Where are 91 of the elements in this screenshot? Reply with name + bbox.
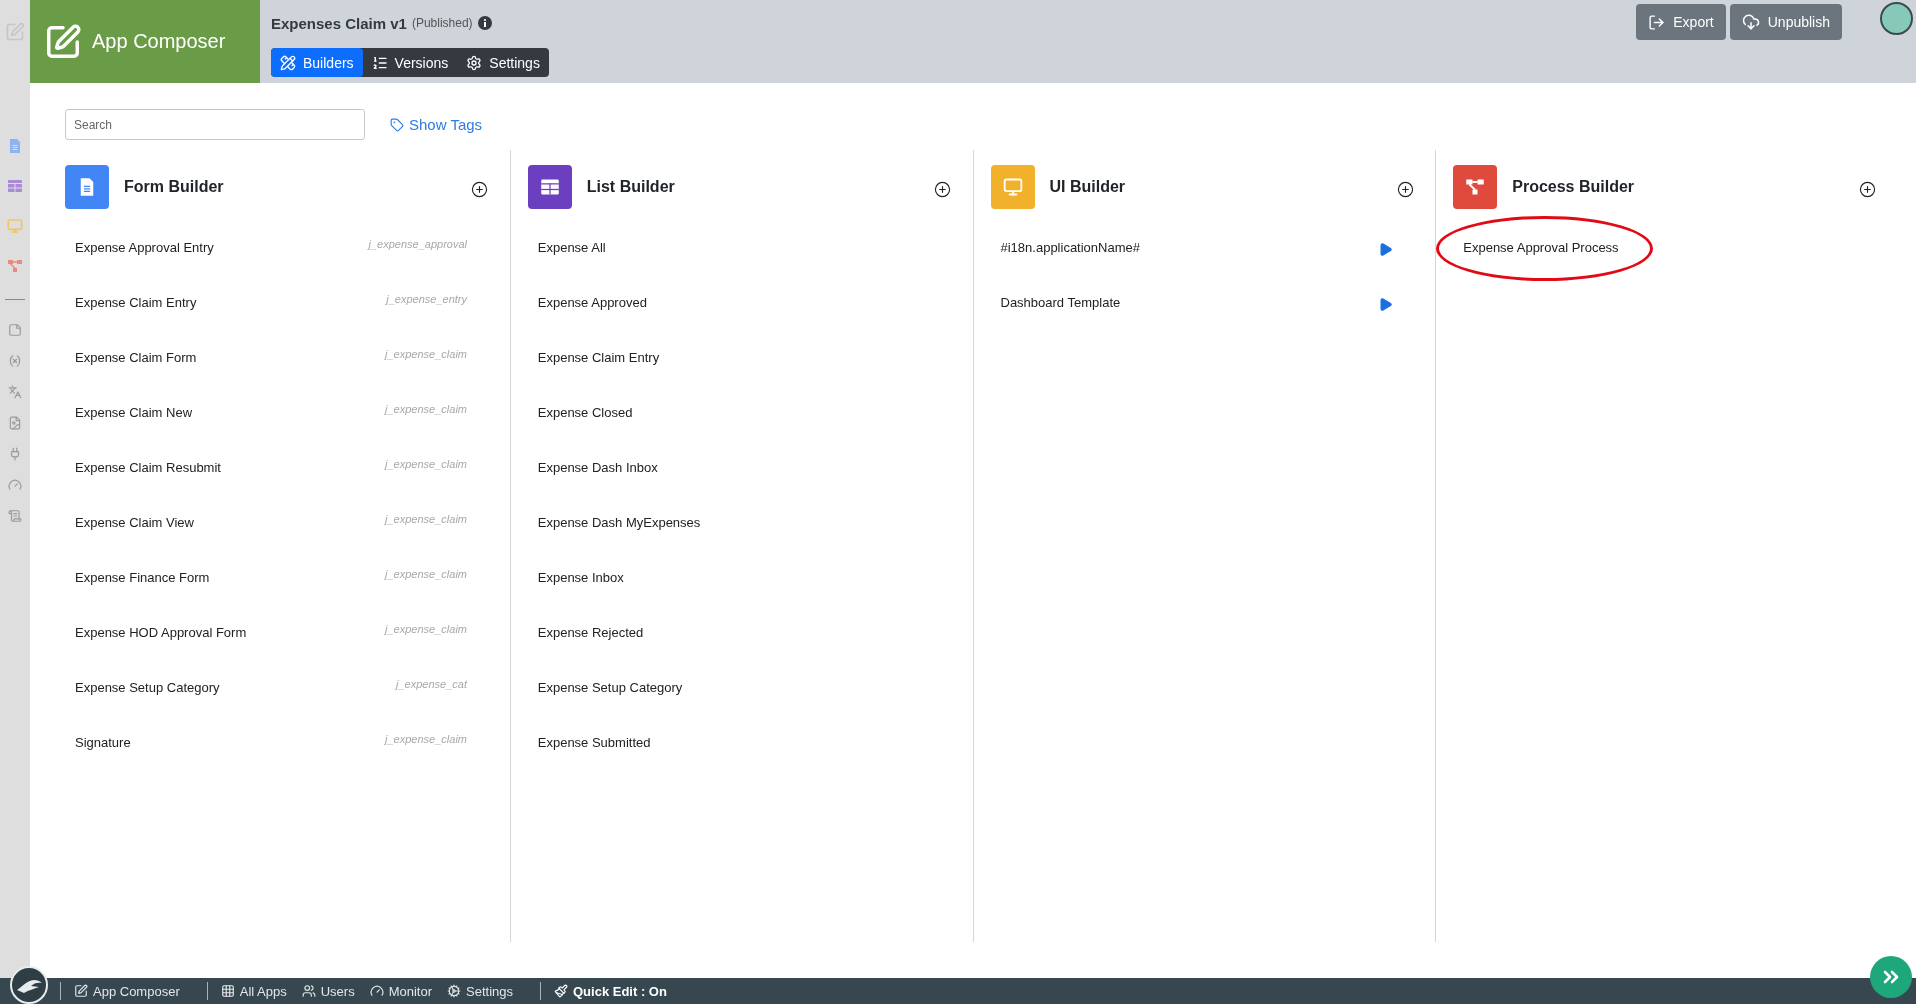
item-link[interactable]: Expense Approval Entry: [75, 240, 214, 255]
item-link[interactable]: Expense Claim Form: [75, 350, 197, 365]
item-link[interactable]: Expense Submitted: [537, 735, 651, 750]
play-icon[interactable]: [1377, 242, 1393, 257]
item-link[interactable]: Expense Claim Resubmit: [75, 460, 221, 475]
table-name-label: j_expense_approval: [368, 238, 467, 250]
numbered-list-icon: [371, 54, 388, 71]
grid-icon: [220, 984, 235, 998]
pencil-ruler-icon: [280, 54, 296, 71]
table-name-label: j_expense_claim: [385, 513, 467, 525]
nav-link[interactable]: Settings: [447, 983, 513, 999]
table-name-label: j_expense_claim: [385, 458, 467, 470]
nav-link[interactable]: Users: [301, 983, 355, 999]
item-link[interactable]: Expense All: [537, 240, 606, 255]
item-link[interactable]: Expense Inbox: [537, 570, 624, 585]
item-link[interactable]: Expense Approved: [537, 295, 647, 310]
tab[interactable]: Versions: [362, 48, 458, 77]
logo-icon[interactable]: [10, 966, 48, 1004]
item-link[interactable]: Expense Dash Inbox: [537, 460, 658, 475]
nav-link[interactable]: Monitor: [369, 983, 432, 999]
table-name-label: j_expense_entry: [386, 293, 467, 305]
gauge-icon: [369, 984, 384, 998]
pencil-square-icon: [44, 22, 82, 61]
column-title: UI Builder: [1049, 178, 1126, 196]
gear-icon: [447, 984, 461, 998]
image-file-icon[interactable]: [8, 416, 22, 430]
play-icon[interactable]: [1377, 297, 1393, 312]
tag-icon: [390, 117, 404, 132]
table-name-label: j_expense_claim: [385, 623, 467, 635]
add-icon[interactable]: [471, 180, 488, 198]
table-name-label: j_expense_cat: [396, 678, 467, 690]
item-link[interactable]: Expense Claim View: [75, 515, 194, 530]
table-icon[interactable]: [7, 178, 23, 194]
action-button[interactable]: Export: [1636, 4, 1726, 40]
item-link[interactable]: Dashboard Template: [1000, 295, 1121, 310]
item-link[interactable]: Expense Setup Category: [75, 680, 220, 695]
table-name-label: j_expense_claim: [385, 568, 467, 580]
search-field[interactable]: Search: [65, 109, 365, 140]
publish-status: (Published): [411, 16, 473, 30]
column-title: Form Builder: [124, 178, 224, 196]
add-icon[interactable]: [933, 180, 951, 198]
item-link[interactable]: Expense Setup Category: [537, 680, 683, 695]
user-avatar[interactable]: [1880, 2, 1913, 35]
column-title: Process Builder: [1512, 178, 1635, 196]
document-icon[interactable]: [7, 138, 23, 154]
pencil-square-icon: [74, 984, 88, 998]
item-link[interactable]: Expense Claim Entry: [537, 350, 660, 365]
item-link[interactable]: #i18n.applicationName#: [1000, 240, 1140, 255]
table-name-label: j_expense_claim: [385, 348, 467, 360]
monitor-icon[interactable]: [7, 218, 23, 234]
brush-icon: [554, 984, 568, 998]
action-button[interactable]: Unpublish: [1729, 4, 1842, 40]
table-name-label: j_expense_claim: [385, 733, 467, 745]
scroll-icon[interactable]: [8, 509, 22, 523]
variable-icon[interactable]: [8, 354, 22, 368]
tab[interactable]: Settings: [457, 48, 549, 77]
flow-chart-icon[interactable]: [7, 258, 23, 274]
monitor-icon: [990, 165, 1035, 209]
flow-chart-icon: [1453, 165, 1498, 209]
add-icon[interactable]: [1859, 180, 1877, 198]
app-title: Expenses Claim v1: [271, 14, 407, 32]
tab[interactable]: Builders: [271, 48, 363, 77]
users-icon: [301, 984, 316, 998]
nav-link[interactable]: Quick Edit : On: [554, 983, 667, 999]
column-title: List Builder: [586, 178, 675, 196]
item-link[interactable]: Signature: [75, 735, 131, 750]
item-link[interactable]: Expense Closed: [537, 405, 633, 420]
translate-icon[interactable]: [8, 385, 22, 399]
item-link[interactable]: Expense Rejected: [537, 625, 644, 640]
brand-title: App Composer: [92, 30, 226, 53]
pencil-square-icon[interactable]: [5, 22, 25, 42]
document-icon: [65, 165, 109, 209]
nav-link[interactable]: App Composer: [74, 983, 180, 999]
plug-icon[interactable]: [8, 447, 22, 461]
nav-link[interactable]: All Apps: [220, 983, 287, 999]
table-icon: [527, 165, 572, 209]
show-tags-link[interactable]: Show Tags: [390, 116, 483, 133]
item-link[interactable]: Expense Approval Process: [1463, 240, 1619, 255]
add-icon[interactable]: [1396, 180, 1414, 198]
settings-icon: [466, 54, 483, 71]
item-link[interactable]: Expense HOD Approval Form: [75, 625, 247, 640]
info-icon[interactable]: [477, 16, 492, 30]
item-link[interactable]: Expense Claim New: [75, 405, 193, 420]
gauge-icon[interactable]: [8, 478, 22, 492]
item-link[interactable]: Expense Claim Entry: [75, 295, 197, 310]
cloud-download-icon: [1741, 13, 1760, 31]
expand-button[interactable]: [1870, 956, 1912, 998]
table-name-label: j_expense_claim: [385, 403, 467, 415]
note-icon[interactable]: [8, 323, 22, 337]
item-link[interactable]: Expense Dash MyExpenses: [537, 515, 701, 530]
item-link[interactable]: Expense Finance Form: [75, 570, 210, 585]
